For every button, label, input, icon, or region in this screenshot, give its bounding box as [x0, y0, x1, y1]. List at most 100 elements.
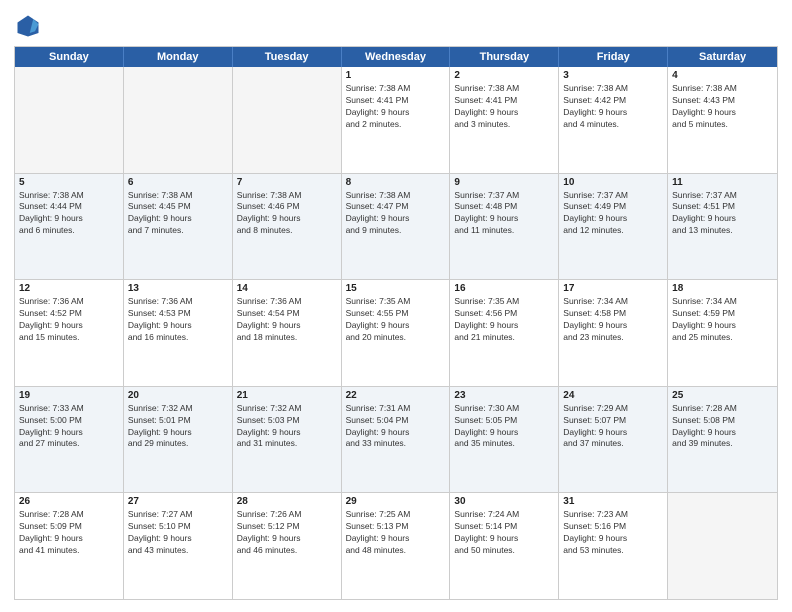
day-cell-7: 7 Sunrise: 7:38 AM Sunset: 4:46 PM Daylig…	[233, 174, 342, 280]
day-number: 5	[19, 177, 119, 188]
day-number: 2	[454, 70, 554, 81]
day-number: 7	[237, 177, 337, 188]
logo	[14, 12, 46, 40]
calendar-header: SundayMondayTuesdayWednesdayThursdayFrid…	[15, 47, 777, 67]
day-info: Sunrise: 7:32 AM Sunset: 5:03 PM Dayligh…	[237, 403, 337, 451]
day-number: 24	[563, 390, 663, 401]
day-number: 1	[346, 70, 446, 81]
calendar-body: 1 Sunrise: 7:38 AM Sunset: 4:41 PM Daylig…	[15, 67, 777, 599]
day-info: Sunrise: 7:38 AM Sunset: 4:44 PM Dayligh…	[19, 190, 119, 238]
day-number: 30	[454, 496, 554, 507]
day-cell-18: 18 Sunrise: 7:34 AM Sunset: 4:59 PM Dayli…	[668, 280, 777, 386]
day-cell-16: 16 Sunrise: 7:35 AM Sunset: 4:56 PM Dayli…	[450, 280, 559, 386]
day-number: 10	[563, 177, 663, 188]
calendar-row-2: 12 Sunrise: 7:36 AM Sunset: 4:52 PM Dayli…	[15, 279, 777, 386]
day-number: 3	[563, 70, 663, 81]
day-cell-22: 22 Sunrise: 7:31 AM Sunset: 5:04 PM Dayli…	[342, 387, 451, 493]
day-number: 16	[454, 283, 554, 294]
header	[14, 12, 778, 40]
day-cell-15: 15 Sunrise: 7:35 AM Sunset: 4:55 PM Dayli…	[342, 280, 451, 386]
day-info: Sunrise: 7:38 AM Sunset: 4:43 PM Dayligh…	[672, 83, 773, 131]
day-info: Sunrise: 7:23 AM Sunset: 5:16 PM Dayligh…	[563, 509, 663, 557]
calendar-row-0: 1 Sunrise: 7:38 AM Sunset: 4:41 PM Daylig…	[15, 67, 777, 173]
day-number: 13	[128, 283, 228, 294]
day-info: Sunrise: 7:38 AM Sunset: 4:47 PM Dayligh…	[346, 190, 446, 238]
calendar-row-1: 5 Sunrise: 7:38 AM Sunset: 4:44 PM Daylig…	[15, 173, 777, 280]
day-cell-31: 31 Sunrise: 7:23 AM Sunset: 5:16 PM Dayli…	[559, 493, 668, 599]
day-number: 6	[128, 177, 228, 188]
day-info: Sunrise: 7:29 AM Sunset: 5:07 PM Dayligh…	[563, 403, 663, 451]
day-info: Sunrise: 7:35 AM Sunset: 4:56 PM Dayligh…	[454, 296, 554, 344]
day-info: Sunrise: 7:28 AM Sunset: 5:09 PM Dayligh…	[19, 509, 119, 557]
day-info: Sunrise: 7:38 AM Sunset: 4:41 PM Dayligh…	[346, 83, 446, 131]
day-number: 28	[237, 496, 337, 507]
day-number: 23	[454, 390, 554, 401]
day-info: Sunrise: 7:34 AM Sunset: 4:59 PM Dayligh…	[672, 296, 773, 344]
day-info: Sunrise: 7:35 AM Sunset: 4:55 PM Dayligh…	[346, 296, 446, 344]
day-info: Sunrise: 7:38 AM Sunset: 4:45 PM Dayligh…	[128, 190, 228, 238]
day-info: Sunrise: 7:25 AM Sunset: 5:13 PM Dayligh…	[346, 509, 446, 557]
day-info: Sunrise: 7:24 AM Sunset: 5:14 PM Dayligh…	[454, 509, 554, 557]
calendar-row-3: 19Sunrise: 7:33 AM Sunset: 5:00 PM Dayli…	[15, 386, 777, 493]
day-cell-19: 19Sunrise: 7:33 AM Sunset: 5:00 PM Dayli…	[15, 387, 124, 493]
header-day-sunday: Sunday	[15, 47, 124, 67]
day-info: Sunrise: 7:27 AM Sunset: 5:10 PM Dayligh…	[128, 509, 228, 557]
empty-cell-4-6	[668, 493, 777, 599]
day-cell-12: 12 Sunrise: 7:36 AM Sunset: 4:52 PM Dayli…	[15, 280, 124, 386]
empty-cell-0-2	[233, 67, 342, 173]
day-cell-25: 25Sunrise: 7:28 AM Sunset: 5:08 PM Dayli…	[668, 387, 777, 493]
header-day-saturday: Saturday	[668, 47, 777, 67]
header-day-wednesday: Wednesday	[342, 47, 451, 67]
day-number: 11	[672, 177, 773, 188]
day-cell-27: 27Sunrise: 7:27 AM Sunset: 5:10 PM Dayli…	[124, 493, 233, 599]
day-cell-30: 30 Sunrise: 7:24 AM Sunset: 5:14 PM Dayli…	[450, 493, 559, 599]
day-cell-20: 20 Sunrise: 7:32 AM Sunset: 5:01 PM Dayli…	[124, 387, 233, 493]
day-number: 18	[672, 283, 773, 294]
calendar-row-4: 26 Sunrise: 7:28 AM Sunset: 5:09 PM Dayli…	[15, 492, 777, 599]
day-info: Sunrise: 7:38 AM Sunset: 4:41 PM Dayligh…	[454, 83, 554, 131]
day-cell-24: 24 Sunrise: 7:29 AM Sunset: 5:07 PM Dayli…	[559, 387, 668, 493]
day-number: 20	[128, 390, 228, 401]
day-number: 12	[19, 283, 119, 294]
day-number: 26	[19, 496, 119, 507]
day-cell-28: 28 Sunrise: 7:26 AM Sunset: 5:12 PM Dayli…	[233, 493, 342, 599]
day-info: Sunrise: 7:26 AM Sunset: 5:12 PM Dayligh…	[237, 509, 337, 557]
header-day-thursday: Thursday	[450, 47, 559, 67]
day-info: Sunrise: 7:28 AM Sunset: 5:08 PM Dayligh…	[672, 403, 773, 451]
day-number: 19	[19, 390, 119, 401]
day-cell-8: 8 Sunrise: 7:38 AM Sunset: 4:47 PM Daylig…	[342, 174, 451, 280]
day-cell-14: 14Sunrise: 7:36 AM Sunset: 4:54 PM Dayli…	[233, 280, 342, 386]
day-number: 21	[237, 390, 337, 401]
empty-cell-0-0	[15, 67, 124, 173]
page: SundayMondayTuesdayWednesdayThursdayFrid…	[0, 0, 792, 612]
day-cell-1: 1 Sunrise: 7:38 AM Sunset: 4:41 PM Daylig…	[342, 67, 451, 173]
day-number: 8	[346, 177, 446, 188]
header-day-friday: Friday	[559, 47, 668, 67]
day-number: 9	[454, 177, 554, 188]
day-cell-2: 2 Sunrise: 7:38 AM Sunset: 4:41 PM Daylig…	[450, 67, 559, 173]
day-cell-29: 29 Sunrise: 7:25 AM Sunset: 5:13 PM Dayli…	[342, 493, 451, 599]
empty-cell-0-1	[124, 67, 233, 173]
day-info: Sunrise: 7:38 AM Sunset: 4:46 PM Dayligh…	[237, 190, 337, 238]
day-info: Sunrise: 7:36 AM Sunset: 4:53 PM Dayligh…	[128, 296, 228, 344]
day-info: Sunrise: 7:36 AM Sunset: 4:52 PM Dayligh…	[19, 296, 119, 344]
day-info: Sunrise: 7:32 AM Sunset: 5:01 PM Dayligh…	[128, 403, 228, 451]
day-number: 29	[346, 496, 446, 507]
day-cell-17: 17Sunrise: 7:34 AM Sunset: 4:58 PM Dayli…	[559, 280, 668, 386]
day-cell-10: 10 Sunrise: 7:37 AM Sunset: 4:49 PM Dayli…	[559, 174, 668, 280]
day-cell-4: 4Sunrise: 7:38 AM Sunset: 4:43 PM Daylig…	[668, 67, 777, 173]
calendar: SundayMondayTuesdayWednesdayThursdayFrid…	[14, 46, 778, 600]
day-info: Sunrise: 7:31 AM Sunset: 5:04 PM Dayligh…	[346, 403, 446, 451]
day-number: 17	[563, 283, 663, 294]
day-cell-3: 3Sunrise: 7:38 AM Sunset: 4:42 PM Daylig…	[559, 67, 668, 173]
day-info: Sunrise: 7:37 AM Sunset: 4:49 PM Dayligh…	[563, 190, 663, 238]
day-number: 14	[237, 283, 337, 294]
day-cell-5: 5 Sunrise: 7:38 AM Sunset: 4:44 PM Daylig…	[15, 174, 124, 280]
day-number: 31	[563, 496, 663, 507]
logo-icon	[14, 12, 42, 40]
day-cell-23: 23Sunrise: 7:30 AM Sunset: 5:05 PM Dayli…	[450, 387, 559, 493]
day-cell-13: 13 Sunrise: 7:36 AM Sunset: 4:53 PM Dayli…	[124, 280, 233, 386]
day-number: 15	[346, 283, 446, 294]
day-cell-6: 6 Sunrise: 7:38 AM Sunset: 4:45 PM Daylig…	[124, 174, 233, 280]
day-number: 22	[346, 390, 446, 401]
